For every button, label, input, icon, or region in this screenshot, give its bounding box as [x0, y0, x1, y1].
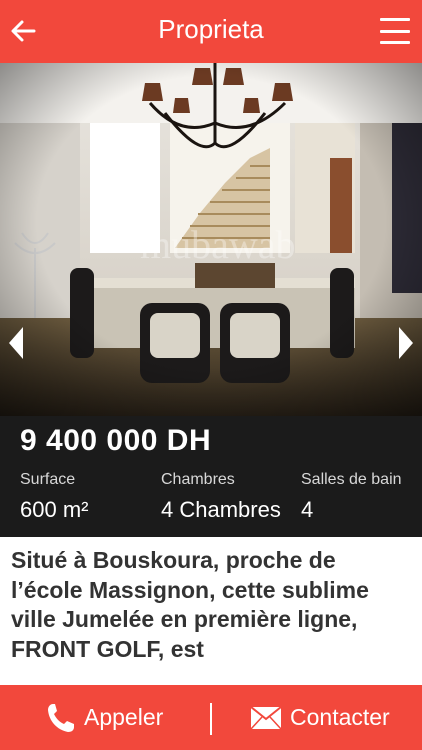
contact-button-label: Contacter [290, 704, 390, 730]
listing-price: 9 400 000 DH [20, 424, 212, 457]
hamburger-icon-line [380, 41, 410, 44]
envelope-icon [250, 705, 282, 730]
previous-photo-button[interactable] [4, 323, 28, 363]
spec-label: Salles de bain [301, 471, 402, 488]
next-photo-button[interactable] [394, 323, 418, 363]
spec-bathrooms: Salles de bain 4 [301, 471, 402, 523]
page-title: Proprieta [158, 14, 264, 44]
contact-button[interactable]: Contacter [250, 685, 390, 750]
spec-value: 600 m² [20, 497, 89, 522]
spec-value: 4 Chambres [161, 497, 281, 522]
listing-description: Situé à Bouskoura, proche de l’école Mas… [11, 547, 369, 662]
chevron-right-icon [399, 327, 413, 359]
call-button[interactable]: Appeler [46, 685, 163, 750]
menu-button[interactable] [380, 18, 410, 44]
phone-icon [46, 702, 76, 734]
spec-surface: Surface 600 m² [20, 471, 88, 523]
top-app-bar: Proprieta [0, 0, 422, 63]
contact-action-bar: Appeler Contacter [0, 685, 422, 750]
listing-summary: 9 400 000 DH Surface 600 m² Chambres 4 C… [0, 416, 422, 537]
hamburger-icon-line [380, 29, 410, 33]
property-photo[interactable]: mubawab [0, 63, 422, 416]
call-button-label: Appeler [84, 704, 164, 730]
action-divider [210, 703, 212, 735]
spec-bedrooms: Chambres 4 Chambres [161, 471, 281, 523]
hamburger-icon-line [380, 18, 410, 21]
spec-label: Surface [20, 471, 76, 488]
spec-value: 4 [301, 497, 314, 522]
spec-label: Chambres [161, 471, 235, 488]
chevron-left-icon [9, 327, 23, 359]
